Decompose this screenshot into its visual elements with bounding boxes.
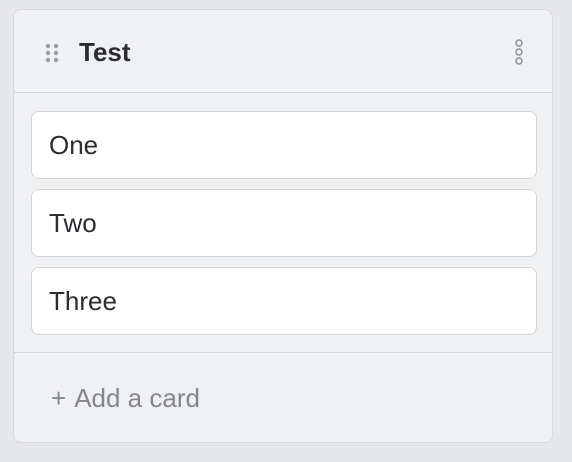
card-label: Three: [49, 286, 117, 316]
footer-divider: [14, 352, 552, 353]
card[interactable]: Three: [31, 267, 537, 335]
plus-icon: +: [51, 383, 67, 413]
card-label: One: [49, 130, 99, 160]
board-column: Test One Two Three + Add a card: [13, 9, 553, 443]
column-title[interactable]: Test: [79, 36, 131, 68]
card-list: One Two Three: [31, 111, 537, 345]
card-label: Two: [49, 208, 97, 238]
add-card-label: Add a card: [74, 383, 200, 413]
card[interactable]: One: [31, 111, 537, 179]
more-vertical-icon[interactable]: [510, 38, 528, 66]
add-card-button[interactable]: + Add a card: [51, 382, 200, 414]
more-vertical-icon-graphic: [515, 39, 523, 65]
drag-handle-icon-graphic: [45, 43, 59, 63]
column-header: Test: [14, 10, 552, 93]
drag-handle-icon[interactable]: [45, 43, 59, 63]
card[interactable]: Two: [31, 189, 537, 257]
